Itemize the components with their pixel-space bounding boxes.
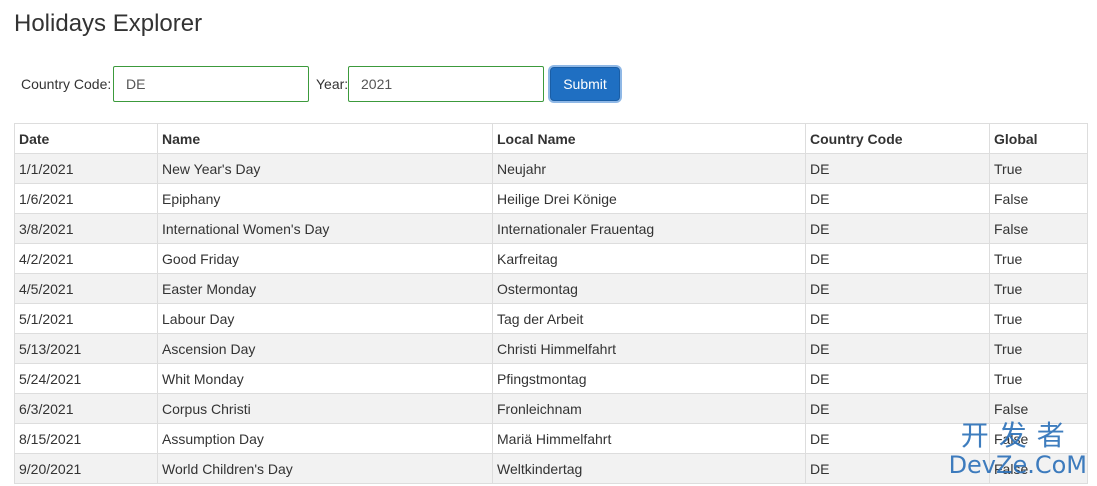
holidays-table: Date Name Local Name Country Code Global… [14, 123, 1088, 484]
country-code-input[interactable] [113, 66, 309, 102]
cell-local-name: Tag der Arbeit [492, 303, 806, 334]
cell-global: True [989, 333, 1088, 364]
table-row: 5/24/2021 Whit Monday Pfingstmontag DE T… [14, 363, 1088, 394]
cell-name: Whit Monday [157, 363, 493, 394]
cell-name: World Children's Day [157, 453, 493, 484]
cell-date: 9/20/2021 [14, 453, 158, 484]
cell-local-name: Karfreitag [492, 243, 806, 274]
cell-date: 3/8/2021 [14, 213, 158, 244]
cell-country-code: DE [805, 153, 990, 184]
cell-country-code: DE [805, 303, 990, 334]
cell-global: True [989, 303, 1088, 334]
cell-local-name: Weltkindertag [492, 453, 806, 484]
cell-country-code: DE [805, 363, 990, 394]
cell-country-code: DE [805, 183, 990, 214]
holidays-explorer-page: Holidays Explorer Country Code: Year: Su… [0, 0, 1097, 486]
table-row: 1/1/2021 New Year's Day Neujahr DE True [14, 153, 1088, 184]
cell-local-name: Heilige Drei Könige [492, 183, 806, 214]
cell-name: Easter Monday [157, 273, 493, 304]
cell-name: Epiphany [157, 183, 493, 214]
cell-name: Labour Day [157, 303, 493, 334]
year-input[interactable] [348, 66, 544, 102]
column-header-local-name: Local Name [492, 123, 806, 154]
cell-global: False [989, 393, 1088, 424]
cell-local-name: Internationaler Frauentag [492, 213, 806, 244]
cell-date: 5/13/2021 [14, 333, 158, 364]
cell-global: True [989, 363, 1088, 394]
cell-country-code: DE [805, 453, 990, 484]
cell-country-code: DE [805, 213, 990, 244]
cell-name: International Women's Day [157, 213, 493, 244]
table-row: 1/6/2021 Epiphany Heilige Drei Könige DE… [14, 183, 1088, 214]
table-row: 5/1/2021 Labour Day Tag der Arbeit DE Tr… [14, 303, 1088, 334]
cell-global: False [989, 453, 1088, 484]
cell-local-name: Fronleichnam [492, 393, 806, 424]
country-code-label: Country Code: [21, 76, 112, 92]
cell-country-code: DE [805, 333, 990, 364]
cell-country-code: DE [805, 273, 990, 304]
cell-global: False [989, 213, 1088, 244]
cell-country-code: DE [805, 393, 990, 424]
column-header-date: Date [14, 123, 158, 154]
cell-global: True [989, 273, 1088, 304]
cell-name: Ascension Day [157, 333, 493, 364]
submit-button[interactable]: Submit [550, 67, 620, 101]
cell-global: True [989, 243, 1088, 274]
search-form: Country Code: Year: Submit [0, 66, 1097, 102]
cell-local-name: Neujahr [492, 153, 806, 184]
cell-name: New Year's Day [157, 153, 493, 184]
cell-name: Corpus Christi [157, 393, 493, 424]
column-header-name: Name [157, 123, 493, 154]
page-title: Holidays Explorer [14, 10, 203, 37]
column-header-country-code: Country Code [805, 123, 990, 154]
cell-local-name: Ostermontag [492, 273, 806, 304]
table-row: 6/3/2021 Corpus Christi Fronleichnam DE … [14, 393, 1088, 424]
cell-date: 6/3/2021 [14, 393, 158, 424]
cell-name: Assumption Day [157, 423, 493, 454]
table-row: 9/20/2021 World Children's Day Weltkinde… [14, 453, 1088, 484]
cell-date: 5/24/2021 [14, 363, 158, 394]
table-body: 1/1/2021 New Year's Day Neujahr DE True … [14, 153, 1088, 484]
cell-date: 4/5/2021 [14, 273, 158, 304]
cell-local-name: Christi Himmelfahrt [492, 333, 806, 364]
table-row: 3/8/2021 International Women's Day Inter… [14, 213, 1088, 244]
cell-date: 1/6/2021 [14, 183, 158, 214]
cell-date: 5/1/2021 [14, 303, 158, 334]
table-row: 4/2/2021 Good Friday Karfreitag DE True [14, 243, 1088, 274]
table-row: 8/15/2021 Assumption Day Mariä Himmelfah… [14, 423, 1088, 454]
cell-global: False [989, 423, 1088, 454]
table-header-row: Date Name Local Name Country Code Global [14, 123, 1088, 154]
cell-date: 1/1/2021 [14, 153, 158, 184]
cell-global: True [989, 153, 1088, 184]
cell-local-name: Mariä Himmelfahrt [492, 423, 806, 454]
cell-date: 8/15/2021 [14, 423, 158, 454]
table-row: 5/13/2021 Ascension Day Christi Himmelfa… [14, 333, 1088, 364]
column-header-global: Global [989, 123, 1088, 154]
cell-global: False [989, 183, 1088, 214]
cell-local-name: Pfingstmontag [492, 363, 806, 394]
cell-date: 4/2/2021 [14, 243, 158, 274]
cell-name: Good Friday [157, 243, 493, 274]
cell-country-code: DE [805, 423, 990, 454]
year-label: Year: [316, 76, 349, 92]
cell-country-code: DE [805, 243, 990, 274]
table-row: 4/5/2021 Easter Monday Ostermontag DE Tr… [14, 273, 1088, 304]
